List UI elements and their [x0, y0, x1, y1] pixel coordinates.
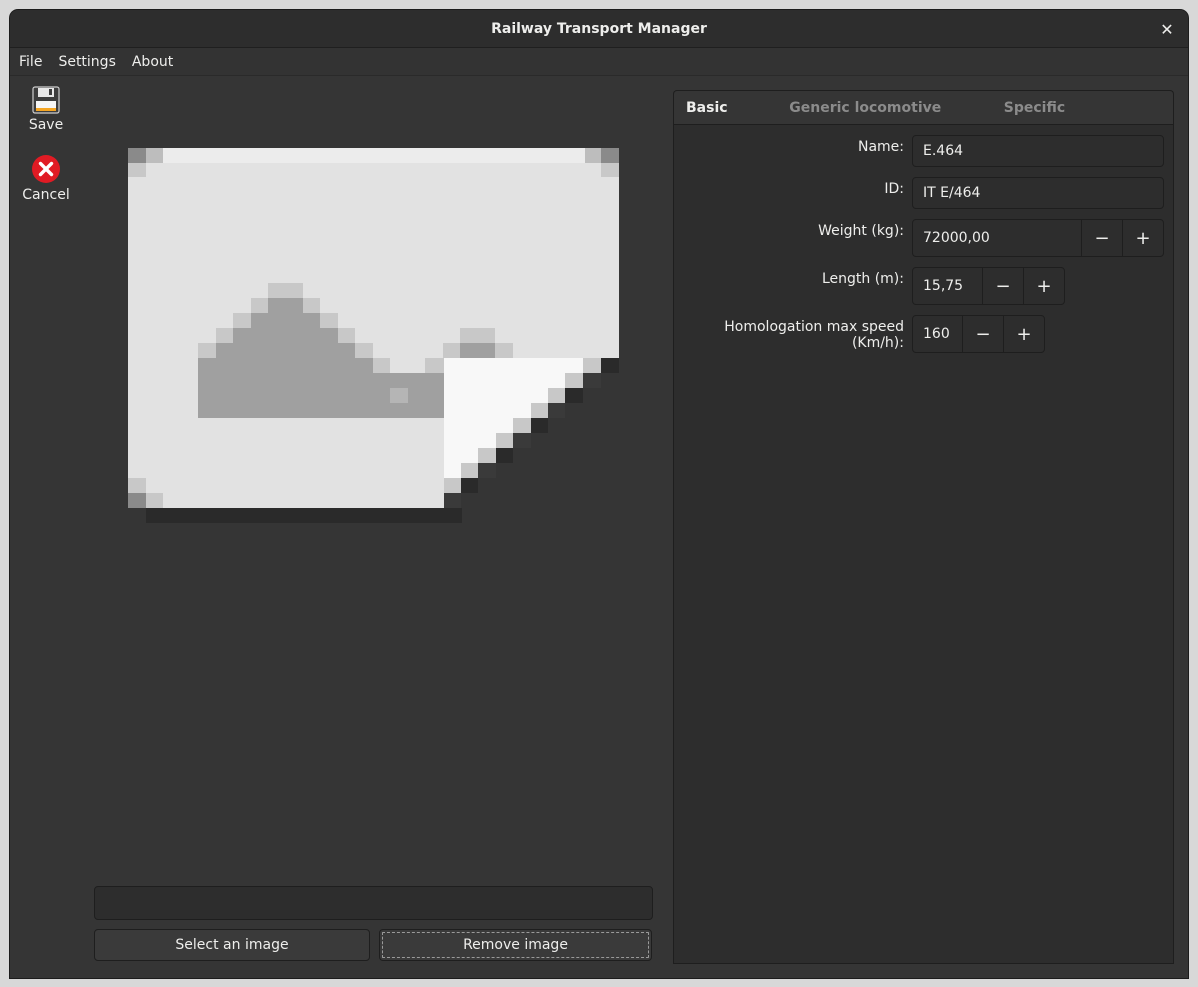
- tab-generic-locomotive-info[interactable]: Generic locomotive info: [771, 91, 985, 151]
- tab-basic-info[interactable]: Basic info: [679, 91, 767, 151]
- cancel-button[interactable]: Cancel: [16, 154, 76, 203]
- length-value[interactable]: 15,75: [913, 268, 982, 304]
- close-icon[interactable]: ✕: [1156, 18, 1178, 40]
- tab-specific-information[interactable]: Specific information: [986, 91, 1173, 151]
- menu-bar: File Settings About: [10, 48, 1188, 76]
- id-label: ID:: [884, 181, 904, 197]
- missing-image-icon: [128, 148, 619, 523]
- name-field[interactable]: E.464: [912, 135, 1164, 167]
- weight-increment-button[interactable]: +: [1122, 220, 1163, 256]
- length-spinner: 15,75 − +: [912, 267, 1065, 305]
- speed-spinner: 160 − +: [912, 315, 1045, 353]
- remove-image-button[interactable]: Remove image: [379, 929, 652, 961]
- weight-decrement-button[interactable]: −: [1081, 220, 1122, 256]
- length-decrement-button[interactable]: −: [982, 268, 1023, 304]
- floppy-disk-icon: [32, 86, 60, 114]
- app-window: Railway Transport Manager ✕ File Setting…: [10, 10, 1188, 978]
- speed-value[interactable]: 160: [913, 316, 962, 352]
- cancel-label: Cancel: [22, 187, 70, 203]
- weight-label: Weight (kg):: [818, 223, 904, 239]
- title-bar: Railway Transport Manager ✕: [10, 10, 1188, 48]
- image-path-field[interactable]: [94, 886, 653, 920]
- name-label: Name:: [857, 139, 904, 155]
- info-notebook: Basic info Generic locomotive info Speci…: [673, 90, 1174, 964]
- speed-label: Homologation max speed (Km/h):: [724, 319, 904, 351]
- speed-decrement-button[interactable]: −: [962, 316, 1003, 352]
- image-placeholder: [128, 148, 619, 523]
- save-button[interactable]: Save: [16, 86, 76, 133]
- menu-settings[interactable]: Settings: [50, 54, 123, 70]
- basic-info-page: Name: E.464 ID: IT E/464 Weight (kg): 72…: [673, 124, 1174, 964]
- tab-bar: Basic info Generic locomotive info Speci…: [673, 90, 1174, 151]
- save-label: Save: [28, 117, 64, 133]
- weight-spinner: 72000,00 − +: [912, 219, 1164, 257]
- speed-increment-button[interactable]: +: [1003, 316, 1044, 352]
- menu-about[interactable]: About: [124, 54, 181, 70]
- weight-value[interactable]: 72000,00: [913, 220, 1081, 256]
- length-label: Length (m):: [821, 271, 904, 287]
- cancel-icon: [32, 155, 60, 183]
- window-title: Railway Transport Manager: [491, 20, 707, 37]
- select-image-button[interactable]: Select an image: [94, 929, 370, 961]
- id-field[interactable]: IT E/464: [912, 177, 1164, 209]
- length-increment-button[interactable]: +: [1023, 268, 1064, 304]
- menu-file[interactable]: File: [10, 54, 50, 70]
